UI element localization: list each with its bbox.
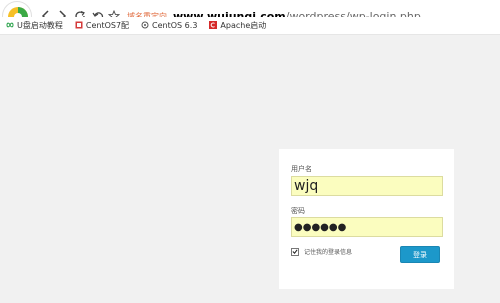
login-button[interactable]: 登录: [400, 246, 440, 263]
remember-me-checkbox[interactable]: [291, 247, 299, 256]
gear-icon: [141, 21, 149, 29]
bookmark-item[interactable]: Apache启动: [209, 20, 266, 31]
c-icon: [209, 21, 218, 29]
bookmark-item[interactable]: CentOS 6.3: [141, 21, 197, 30]
bookmark-item[interactable]: U盘启动教程: [6, 20, 63, 31]
password-input[interactable]: ●●●●●●: [291, 217, 443, 237]
centos-icon: [75, 21, 83, 29]
checkmark-icon: [292, 249, 298, 254]
login-form: 用户名 wjq 密码 ●●●●●● 记住我的登录信息 登录: [279, 149, 454, 289]
bookmarks-bar: U盘启动教程 CentOS7配 CentOS 6.3 Apache启动: [0, 17, 500, 33]
remember-me-label: 记住我的登录信息: [304, 249, 353, 256]
loop-icon: [6, 21, 14, 29]
username-input[interactable]: wjq: [291, 176, 443, 196]
remember-me-row[interactable]: 记住我的登录信息: [291, 247, 352, 256]
password-label: 密码: [291, 207, 305, 215]
bookmark-label: CentOS7配: [85, 20, 130, 30]
bookmark-label: U盘启动教程: [17, 20, 63, 30]
bookmark-label: CentOS 6.3: [152, 20, 198, 30]
bookmark-label: Apache启动: [220, 20, 267, 30]
username-label: 用户名: [291, 165, 312, 173]
bookmark-item[interactable]: CentOS7配: [75, 20, 129, 31]
